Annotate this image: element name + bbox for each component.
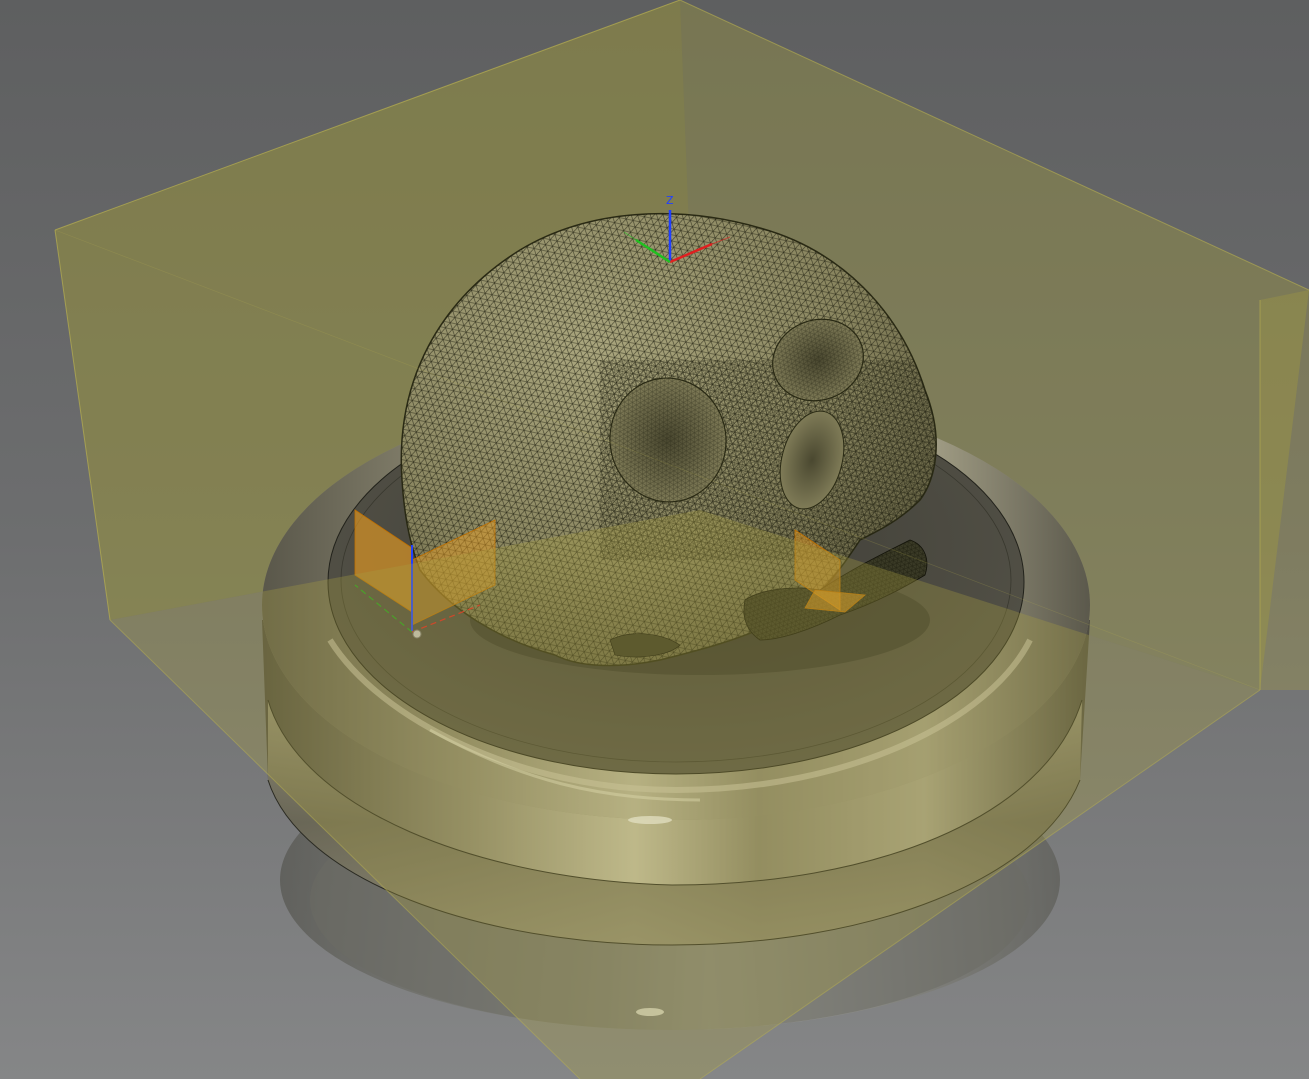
z-axis-label: Z — [666, 194, 674, 207]
3d-scene[interactable]: Z — [0, 0, 1309, 1079]
3d-viewport[interactable]: Z — [0, 0, 1309, 1079]
